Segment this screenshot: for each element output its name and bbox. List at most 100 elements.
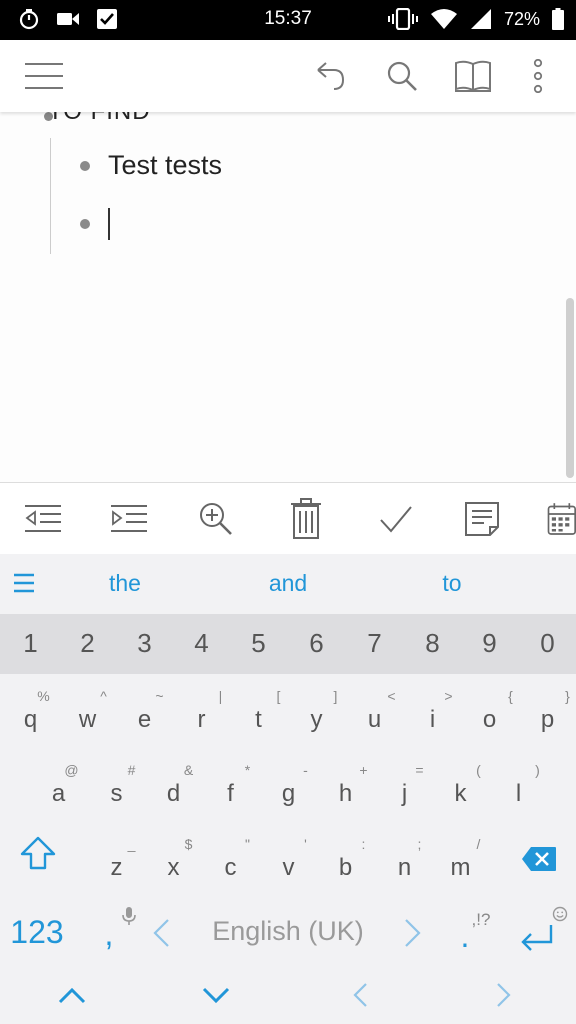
key-h[interactable]: h: [317, 780, 374, 808]
key-hint: ': [304, 836, 307, 852]
key-a[interactable]: a: [30, 780, 87, 808]
key-9[interactable]: 9: [461, 628, 518, 659]
enter-key[interactable]: [520, 924, 554, 959]
key-hint: |: [218, 688, 223, 704]
key-0[interactable]: 0: [519, 628, 576, 659]
suggestion-word[interactable]: to: [392, 570, 512, 597]
key-z[interactable]: z: [88, 854, 145, 882]
more-icon[interactable]: [518, 56, 558, 96]
battery-icon: [552, 8, 564, 30]
key-m[interactable]: m: [432, 854, 489, 882]
battery-percentage: 72%: [503, 8, 540, 29]
key-hint: ;: [417, 836, 422, 852]
text-caret: [108, 208, 110, 240]
microphone-icon[interactable]: [122, 906, 136, 931]
key-hint: @: [64, 762, 79, 778]
key-r[interactable]: r: [173, 706, 230, 734]
key-hint: _: [127, 836, 136, 852]
indent-icon[interactable]: [107, 497, 151, 541]
key-hint: ]: [333, 688, 338, 704]
key-j[interactable]: j: [376, 780, 433, 808]
cursor-down-icon[interactable]: [202, 986, 230, 1009]
cursor-up-icon[interactable]: [58, 986, 86, 1009]
key-u[interactable]: u: [346, 706, 403, 734]
key-k[interactable]: k: [432, 780, 489, 808]
indent-guide: [50, 138, 51, 254]
key-l[interactable]: l: [490, 780, 547, 808]
undo-icon[interactable]: [310, 56, 350, 96]
key-c[interactable]: c: [202, 854, 259, 882]
key-hint: [: [276, 688, 281, 704]
bullet[interactable]: [80, 219, 90, 229]
chevron-right-icon[interactable]: [404, 918, 422, 953]
outline-item-heading[interactable]: TO FIND: [48, 112, 151, 126]
suggestions-menu-icon[interactable]: [13, 572, 35, 599]
key-v[interactable]: v: [260, 854, 317, 882]
key-s[interactable]: s: [88, 780, 145, 808]
key-hint: (: [476, 762, 481, 778]
key-hint: ^: [100, 688, 107, 704]
zoom-in-icon[interactable]: [194, 497, 238, 541]
key-e[interactable]: e: [116, 706, 173, 734]
key-hint: >: [444, 688, 453, 704]
book-icon[interactable]: [453, 56, 493, 96]
key-6[interactable]: 6: [288, 628, 345, 659]
period-key[interactable]: .: [440, 918, 490, 955]
key-hint: }: [565, 688, 570, 704]
check-icon[interactable]: [374, 497, 418, 541]
key-hint: ): [535, 762, 540, 778]
status-bar: 15:37 72%: [0, 0, 576, 40]
wifi-icon: [430, 9, 457, 29]
calendar-icon[interactable]: [546, 497, 576, 541]
suggestion-word[interactable]: the: [65, 570, 185, 597]
shift-key[interactable]: [20, 836, 56, 875]
key-5[interactable]: 5: [230, 628, 287, 659]
key-1[interactable]: 1: [2, 628, 59, 659]
app-toolbar: [0, 40, 576, 112]
key-d[interactable]: d: [145, 780, 202, 808]
key-hint: +: [359, 762, 368, 778]
number-row: 1 2 3 4 5 6 7 8 9 0: [0, 614, 576, 674]
key-hint: ~: [155, 688, 164, 704]
search-icon[interactable]: [382, 56, 422, 96]
chevron-left-icon[interactable]: [152, 918, 170, 953]
key-2[interactable]: 2: [59, 628, 116, 659]
key-b[interactable]: b: [317, 854, 374, 882]
bullet[interactable]: [80, 161, 90, 171]
key-o[interactable]: o: [461, 706, 518, 734]
document-area[interactable]: TO FIND Test tests: [0, 112, 576, 482]
key-n[interactable]: n: [376, 854, 433, 882]
key-4[interactable]: 4: [173, 628, 230, 659]
key-p[interactable]: p: [519, 706, 576, 734]
key-hint: $: [184, 836, 193, 852]
key-hint: #: [127, 762, 136, 778]
key-7[interactable]: 7: [346, 628, 403, 659]
key-3[interactable]: 3: [116, 628, 173, 659]
trash-icon[interactable]: [284, 497, 328, 541]
backspace-key[interactable]: [521, 846, 557, 877]
key-x[interactable]: x: [145, 854, 202, 882]
signal-icon: [470, 9, 491, 29]
emoji-icon[interactable]: [552, 906, 568, 927]
menu-icon[interactable]: [22, 56, 66, 96]
cursor-right-icon[interactable]: [496, 982, 512, 1013]
numbers-mode-key[interactable]: 123: [4, 914, 70, 951]
key-hint: {: [508, 688, 513, 704]
key-q[interactable]: q: [2, 706, 59, 734]
suggestion-word[interactable]: and: [228, 570, 348, 597]
key-t[interactable]: t: [230, 706, 287, 734]
note-icon[interactable]: [460, 497, 504, 541]
space-key[interactable]: English (UK): [188, 916, 388, 947]
key-y[interactable]: y: [288, 706, 345, 734]
key-i[interactable]: i: [404, 706, 461, 734]
scrollbar[interactable]: [566, 298, 574, 478]
key-f[interactable]: f: [202, 780, 259, 808]
cursor-left-icon[interactable]: [352, 982, 368, 1013]
key-w[interactable]: w: [59, 706, 116, 734]
outline-item-text[interactable]: Test tests: [108, 150, 222, 181]
key-8[interactable]: 8: [404, 628, 461, 659]
edit-toolbar: [0, 482, 576, 554]
key-hint: <: [387, 688, 396, 704]
key-g[interactable]: g: [260, 780, 317, 808]
outdent-icon[interactable]: [21, 497, 65, 541]
